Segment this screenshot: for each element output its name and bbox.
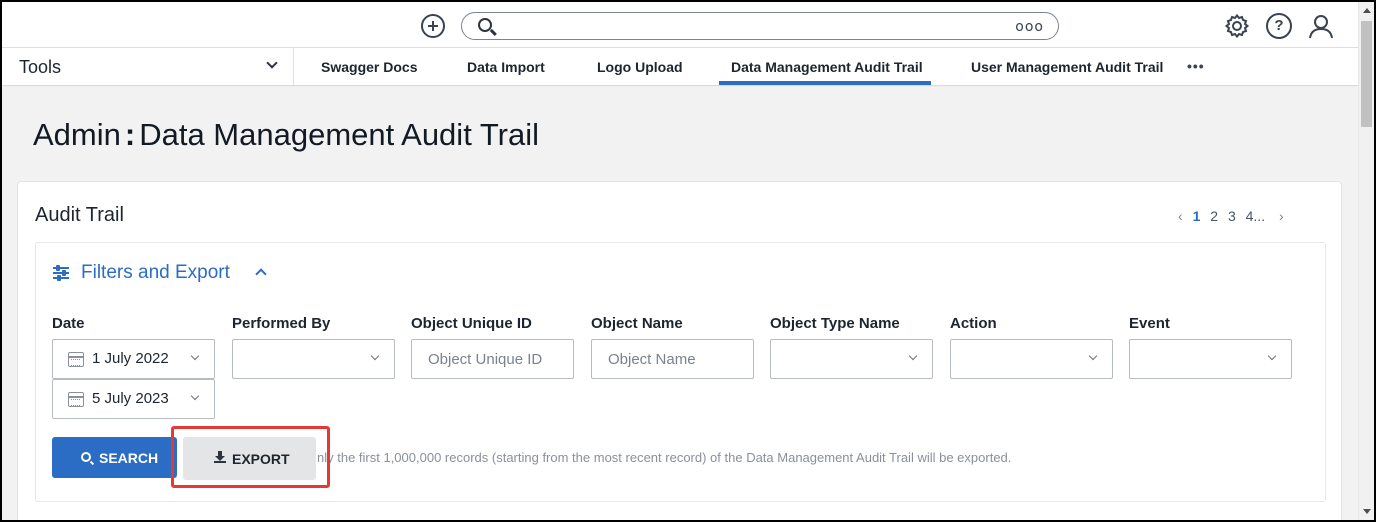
card-title: Audit Trail	[35, 204, 124, 226]
date-label: Date	[52, 315, 85, 332]
tab-data-import[interactable]: Data Import	[467, 59, 545, 75]
plus-circle-icon[interactable]	[421, 14, 445, 38]
search-input[interactable]	[502, 16, 1002, 36]
page-1[interactable]: 1	[1193, 208, 1201, 224]
chevron-down-icon	[1267, 351, 1277, 361]
object-unique-id-input[interactable]	[413, 341, 563, 377]
chevron-down-icon	[1088, 351, 1098, 361]
page-ellipsis: ...	[1253, 208, 1266, 224]
scroll-up-icon[interactable]	[1363, 8, 1371, 13]
scroll-thumb[interactable]	[1361, 21, 1372, 127]
page-title-main: Data Management Audit Trail	[139, 117, 539, 152]
page-title-prefix: Admin	[33, 117, 121, 152]
tab-data-management-audit-trail[interactable]: Data Management Audit Trail	[731, 59, 923, 75]
date-from-value: 1 July 2022	[92, 350, 169, 367]
tools-dropdown[interactable]: Tools	[2, 48, 294, 85]
search-icon	[81, 452, 91, 462]
tab-swagger-docs[interactable]: Swagger Docs	[321, 59, 417, 75]
next-page-icon[interactable]: ›	[1279, 208, 1284, 224]
calendar-icon	[68, 392, 84, 407]
page-title: Admin: Data Management Audit Trail	[33, 117, 539, 153]
page-content: Admin: Data Management Audit Trail Audit …	[2, 87, 1358, 522]
object-name-label: Object Name	[591, 315, 683, 332]
tools-nav: Tools Swagger Docs Data Import Logo Uplo…	[2, 48, 1358, 86]
filters-panel: Filters and Export Date 1 July 2022 5 Ju…	[35, 242, 1326, 502]
global-search[interactable]: ooo	[461, 12, 1059, 40]
user-icon[interactable]	[1308, 13, 1334, 39]
scroll-down-icon[interactable]	[1363, 509, 1371, 514]
vertical-scrollbar[interactable]	[1358, 2, 1374, 520]
export-highlight-box	[171, 426, 330, 488]
pagination: ‹ 1 2 3 4... ›	[1178, 208, 1290, 224]
more-tabs-icon[interactable]: •••	[1187, 58, 1205, 74]
page-3[interactable]: 3	[1228, 208, 1236, 224]
filters-label: Filters and Export	[81, 262, 230, 283]
prev-page-icon[interactable]: ‹	[1178, 208, 1183, 224]
object-name-field[interactable]	[591, 339, 754, 379]
help-icon[interactable]: ?	[1266, 13, 1292, 39]
object-type-name-select[interactable]	[770, 339, 933, 379]
more-options-icon[interactable]: ooo	[1015, 19, 1044, 35]
object-unique-id-label: Object Unique ID	[411, 315, 532, 332]
gear-icon[interactable]	[1224, 13, 1250, 39]
date-to-value: 5 July 2023	[92, 390, 169, 407]
calendar-icon	[68, 352, 84, 367]
page-title-separator: :	[124, 117, 136, 152]
tab-user-management-audit-trail[interactable]: User Management Audit Trail	[971, 59, 1163, 75]
tab-logo-upload[interactable]: Logo Upload	[597, 59, 683, 75]
chevron-down-icon	[190, 351, 200, 361]
search-button[interactable]: SEARCH	[52, 437, 177, 478]
page-2[interactable]: 2	[1210, 208, 1218, 224]
chevron-down-icon	[266, 57, 278, 69]
object-unique-id-field[interactable]	[411, 339, 574, 379]
chevron-down-icon	[190, 391, 200, 401]
chevron-down-icon	[370, 351, 380, 361]
search-button-label: SEARCH	[99, 450, 159, 466]
event-select[interactable]	[1129, 339, 1292, 379]
action-select[interactable]	[950, 339, 1113, 379]
performed-by-select[interactable]	[232, 339, 395, 379]
action-label: Action	[950, 315, 997, 332]
help-icon-glyph: ?	[1274, 17, 1284, 34]
chevron-down-icon	[908, 351, 918, 361]
object-type-name-label: Object Type Name	[770, 315, 900, 332]
audit-trail-card: Audit Trail ‹ 1 2 3 4... › Filters and E…	[17, 181, 1342, 522]
date-from-field[interactable]: 1 July 2022	[52, 339, 215, 379]
chevron-up-icon	[255, 268, 267, 280]
page-4[interactable]: 4	[1246, 208, 1254, 224]
export-note: nly the first 1,000,000 records (startin…	[317, 450, 1012, 465]
tools-label: Tools	[19, 57, 62, 77]
active-tab-indicator	[719, 81, 931, 85]
search-icon	[478, 18, 492, 32]
performed-by-label: Performed By	[232, 315, 331, 332]
top-bar: ooo ?	[2, 2, 1358, 48]
event-label: Event	[1129, 315, 1170, 332]
object-name-input[interactable]	[593, 341, 743, 377]
date-to-field[interactable]: 5 July 2023	[52, 379, 215, 419]
sliders-icon	[53, 265, 69, 281]
